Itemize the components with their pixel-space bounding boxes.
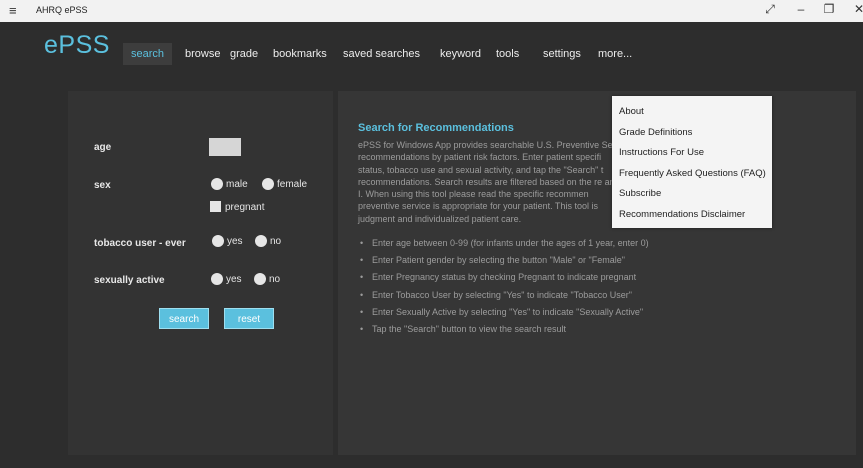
- bullet-icon: •: [360, 323, 364, 334]
- sex-label: sex: [94, 180, 111, 191]
- app-logo: ePSS: [44, 31, 110, 59]
- nav-grade[interactable]: grade: [222, 43, 266, 65]
- list-item: • Enter age between 0-99 (for infants und…: [360, 238, 850, 255]
- pregnant-checkbox[interactable]: [210, 201, 221, 212]
- title-bar: ≡ AHRQ ePSS ⤢ – ❐ ✕: [0, 0, 863, 22]
- tobacco-yes-radio[interactable]: [212, 235, 224, 247]
- sexually-active-yes-label: yes: [226, 274, 242, 285]
- list-item: • Tap the "Search" button to view the sea…: [360, 324, 850, 341]
- minimize-icon[interactable]: –: [791, 2, 811, 16]
- list-item: • Enter Tobacco User by selecting "Yes" t…: [360, 290, 850, 307]
- instruction-text: Enter Tobacco User by selecting "Yes" to…: [372, 289, 632, 300]
- tobacco-yes-label: yes: [227, 236, 243, 247]
- instruction-text: Enter age between 0-99 (for infants unde…: [372, 238, 649, 248]
- bullet-icon: •: [360, 272, 364, 283]
- nav-more[interactable]: more...: [590, 43, 640, 65]
- menu-item-instructions[interactable]: Instructions For Use: [612, 143, 772, 164]
- description-text: ePSS for Windows App provides searchable…: [358, 140, 620, 224]
- search-button[interactable]: search: [159, 308, 209, 329]
- tobacco-no-label: no: [270, 236, 282, 247]
- nav-browse[interactable]: browse: [177, 43, 228, 65]
- sexually-active-no-radio[interactable]: [254, 273, 266, 285]
- page-title: Search for Recommendations: [358, 122, 514, 134]
- more-dropdown-menu: About Grade Definitions Instructions For…: [612, 96, 772, 228]
- menu-item-about[interactable]: About: [612, 102, 772, 123]
- instruction-text: Tap the "Search" button to view the sear…: [372, 323, 566, 334]
- age-input[interactable]: [209, 138, 241, 156]
- nav-search[interactable]: search: [123, 43, 173, 65]
- female-label: female: [277, 179, 308, 190]
- instruction-text: Enter Patient gender by selecting the bu…: [372, 255, 625, 266]
- list-item: • Enter Pregnancy status by checking Preg…: [360, 272, 850, 289]
- menu-item-faq[interactable]: Frequently Asked Questions (FAQ): [612, 164, 772, 185]
- age-label: age: [94, 142, 112, 153]
- female-radio[interactable]: [262, 178, 274, 190]
- nav-settings[interactable]: settings: [535, 43, 589, 65]
- close-icon[interactable]: ✕: [849, 2, 863, 16]
- nav-bookmarks[interactable]: bookmarks: [265, 43, 335, 65]
- bullet-icon: •: [360, 289, 364, 300]
- sexually-active-label: sexually active: [94, 275, 165, 286]
- expand-icon[interactable]: ⤢: [760, 2, 780, 17]
- bullet-icon: •: [360, 255, 364, 266]
- menu-item-grade-definitions[interactable]: Grade Definitions: [612, 123, 772, 144]
- restore-icon[interactable]: ❐: [819, 2, 839, 16]
- list-item: • Enter Patient gender by selecting the b…: [360, 255, 850, 272]
- male-radio[interactable]: [211, 178, 223, 190]
- tobacco-no-radio[interactable]: [255, 235, 267, 247]
- male-label: male: [226, 179, 248, 190]
- bullet-icon: •: [360, 306, 364, 317]
- hamburger-menu-icon[interactable]: ≡: [9, 3, 17, 18]
- list-item: • Enter Sexually Active by selecting "Yes…: [360, 307, 850, 324]
- window-title: AHRQ ePSS: [36, 5, 88, 15]
- sexually-active-no-label: no: [269, 274, 281, 285]
- pregnant-label: pregnant: [225, 202, 265, 213]
- menu-item-subscribe[interactable]: Subscribe: [612, 184, 772, 205]
- nav-tools[interactable]: tools: [488, 43, 527, 65]
- sexually-active-yes-radio[interactable]: [211, 273, 223, 285]
- instruction-text: Enter Pregnancy status by checking Pregn…: [372, 272, 637, 283]
- reset-button[interactable]: reset: [224, 308, 274, 329]
- menu-item-disclaimer[interactable]: Recommendations Disclaimer: [612, 205, 772, 226]
- bullet-icon: •: [360, 238, 364, 248]
- tobacco-user-label: tobacco user - ever: [94, 238, 186, 249]
- nav-keyword[interactable]: keyword: [432, 43, 489, 65]
- nav-saved-searches[interactable]: saved searches: [335, 43, 428, 65]
- instruction-list: • Enter age between 0-99 (for infants und…: [360, 238, 850, 341]
- instruction-text: Enter Sexually Active by selecting "Yes"…: [372, 306, 644, 317]
